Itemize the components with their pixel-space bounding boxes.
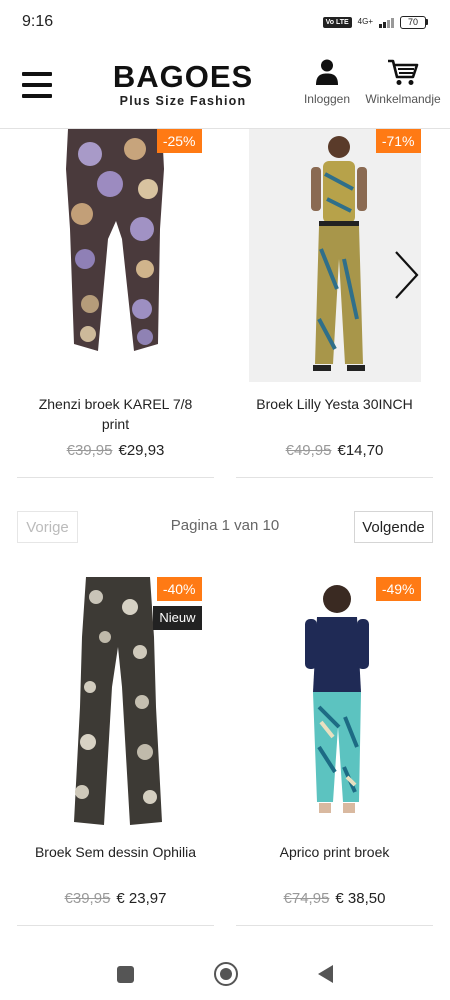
card-divider bbox=[17, 477, 214, 478]
cart-label: Winkelmandje bbox=[365, 92, 441, 106]
product-price: €39,95 €29,93 bbox=[17, 442, 214, 459]
status-bar: 9:16 Vo LTE 4G+ 70 bbox=[0, 0, 450, 44]
site-header: BAGOES Plus Size Fashion Inloggen Winkel… bbox=[0, 44, 450, 129]
sale-price: €29,93 bbox=[118, 442, 165, 459]
old-price: €74,95 bbox=[283, 890, 330, 907]
discount-badge: -71% bbox=[375, 129, 421, 153]
login-button[interactable]: Inloggen bbox=[302, 58, 352, 106]
card-divider bbox=[236, 925, 433, 926]
sale-price: € 38,50 bbox=[335, 890, 386, 907]
status-time: 9:16 bbox=[22, 13, 54, 30]
battery-icon: 70 bbox=[400, 15, 428, 29]
network-indicator: 4G+ bbox=[358, 18, 373, 26]
hamburger-menu-icon[interactable] bbox=[22, 72, 52, 98]
sale-price: € 23,97 bbox=[116, 890, 167, 907]
old-price: €39,95 bbox=[66, 442, 113, 459]
shopping-cart-icon bbox=[388, 59, 419, 85]
discount-badge: -49% bbox=[375, 577, 421, 601]
old-price: €39,95 bbox=[64, 890, 111, 907]
discount-badge: -25% bbox=[156, 129, 202, 153]
product-image[interactable]: -40% Nieuw bbox=[29, 577, 202, 830]
user-icon bbox=[316, 59, 338, 85]
brand-logo[interactable]: BAGOES Plus Size Fashion bbox=[112, 59, 254, 108]
battery-level: 70 bbox=[400, 15, 426, 29]
product-card[interactable]: -25% Zhenzi broek KAREL 7/8 print €39,95… bbox=[17, 129, 214, 478]
product-price: €49,95 €14,70 bbox=[236, 442, 433, 459]
card-divider bbox=[17, 925, 214, 926]
recent-apps-icon[interactable] bbox=[117, 965, 134, 983]
product-price: €74,95 € 38,50 bbox=[236, 890, 433, 907]
login-label: Inloggen bbox=[303, 92, 351, 106]
home-icon[interactable] bbox=[214, 962, 238, 986]
back-icon[interactable] bbox=[318, 965, 333, 983]
product-title[interactable]: Broek Lilly Yesta 30INCH bbox=[236, 394, 433, 414]
status-icons: Vo LTE 4G+ 70 bbox=[322, 15, 428, 29]
sale-price: €14,70 bbox=[337, 442, 384, 459]
product-title[interactable]: Broek Sem dessin Ophilia bbox=[17, 842, 214, 862]
product-title[interactable]: Aprico print broek bbox=[236, 842, 433, 862]
chevron-right-icon[interactable] bbox=[390, 246, 422, 304]
product-image[interactable]: -49% bbox=[248, 577, 421, 830]
volte-icon: Vo LTE bbox=[322, 16, 352, 28]
product-card[interactable]: -49% Aprico print broek €74,95 € 38,50 bbox=[236, 577, 433, 926]
system-nav-bar bbox=[0, 948, 450, 1000]
pagination: Vorige Pagina 1 van 10 Volgende bbox=[17, 511, 433, 543]
product-price: €39,95 € 23,97 bbox=[17, 890, 214, 907]
logo-main-text: BAGOES bbox=[112, 59, 254, 94]
product-image[interactable]: -25% bbox=[29, 129, 202, 382]
card-divider bbox=[236, 477, 433, 478]
signal-icon bbox=[379, 16, 394, 28]
network-type: 4G+ bbox=[357, 17, 373, 26]
old-price: €49,95 bbox=[285, 442, 332, 459]
discount-badge: -40% bbox=[156, 577, 202, 601]
logo-tagline: Plus Size Fashion bbox=[119, 94, 247, 108]
next-page-button[interactable]: Volgende bbox=[354, 511, 433, 543]
new-badge: Nieuw bbox=[153, 606, 202, 630]
product-card[interactable]: -40% Nieuw Broek Sem dessin Ophilia €39,… bbox=[17, 577, 214, 926]
product-title[interactable]: Zhenzi broek KAREL 7/8 print bbox=[17, 394, 214, 434]
cart-button[interactable]: Winkelmandje bbox=[362, 58, 444, 106]
